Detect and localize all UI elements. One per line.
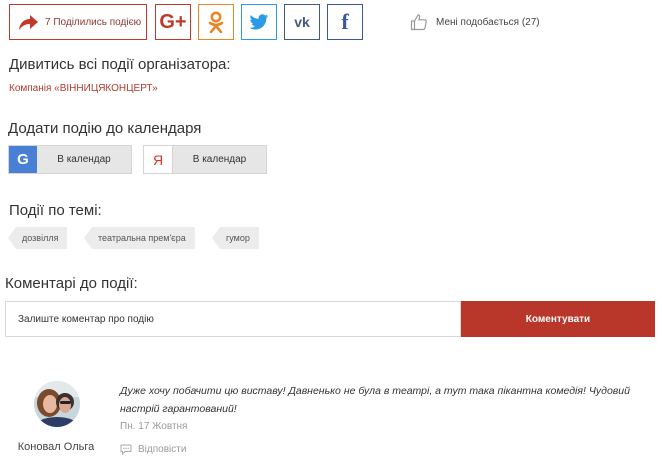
comment-text: Дуже хочу побачити цю виставу! Давненько… [120, 385, 630, 415]
reply-label: Відповісти [138, 444, 187, 455]
google-plus-share-button[interactable]: G+ [155, 4, 191, 40]
calendar-heading: Додати подію до календаря [8, 120, 202, 137]
yandex-calendar-label: В календар [192, 154, 247, 165]
google-plus-icon: G+ [159, 10, 187, 33]
google-icon: G [9, 146, 37, 173]
thumbs-up-icon [410, 14, 427, 31]
share-arrow-icon [19, 15, 38, 30]
twitter-share-button[interactable] [241, 4, 277, 40]
vk-share-button[interactable]: vk [284, 4, 320, 40]
comments-heading: Коментарі до події: [5, 275, 138, 292]
facebook-icon: f [341, 9, 349, 34]
like-button[interactable]: Мені подобається (27) [410, 10, 540, 34]
yandex-icon: Я [144, 146, 173, 173]
odnoklassniki-icon [208, 11, 224, 33]
yandex-calendar-button[interactable]: Я В календар [143, 145, 267, 174]
odnoklassniki-share-button[interactable] [198, 4, 234, 40]
share-count-button[interactable]: 7 Поділились подією [9, 4, 147, 40]
share-count-label: 7 Поділились подією [45, 16, 142, 28]
tag-theatre-premiere[interactable]: театральна прем'єра [84, 227, 195, 249]
like-count-label: Мені подобається (27) [436, 16, 540, 28]
facebook-share-button[interactable]: f [327, 4, 363, 40]
topics-heading: Події по темі: [9, 202, 102, 219]
reply-button[interactable]: Відповісти [120, 444, 186, 455]
google-calendar-button[interactable]: G В календар [8, 145, 132, 174]
google-calendar-label: В календар [57, 154, 111, 165]
speech-bubble-icon [120, 444, 132, 455]
comment-input[interactable] [5, 301, 461, 337]
twitter-icon [249, 13, 269, 29]
tag-leisure[interactable]: дозвілля [8, 227, 68, 249]
organizer-link[interactable]: Компанія «ВІННИЦЯКОНЦЕРТ» [9, 83, 158, 94]
avatar [34, 381, 80, 427]
organizer-heading: Дивитись всі події організатора: [9, 56, 231, 73]
comment-date: Пн. 17 Жовтня [120, 421, 188, 432]
submit-comment-button[interactable]: Коментувати [461, 301, 655, 337]
comment-author: Коновал Ольга [17, 441, 95, 453]
vk-icon: vk [294, 14, 310, 30]
tag-humor[interactable]: гумор [212, 227, 259, 249]
